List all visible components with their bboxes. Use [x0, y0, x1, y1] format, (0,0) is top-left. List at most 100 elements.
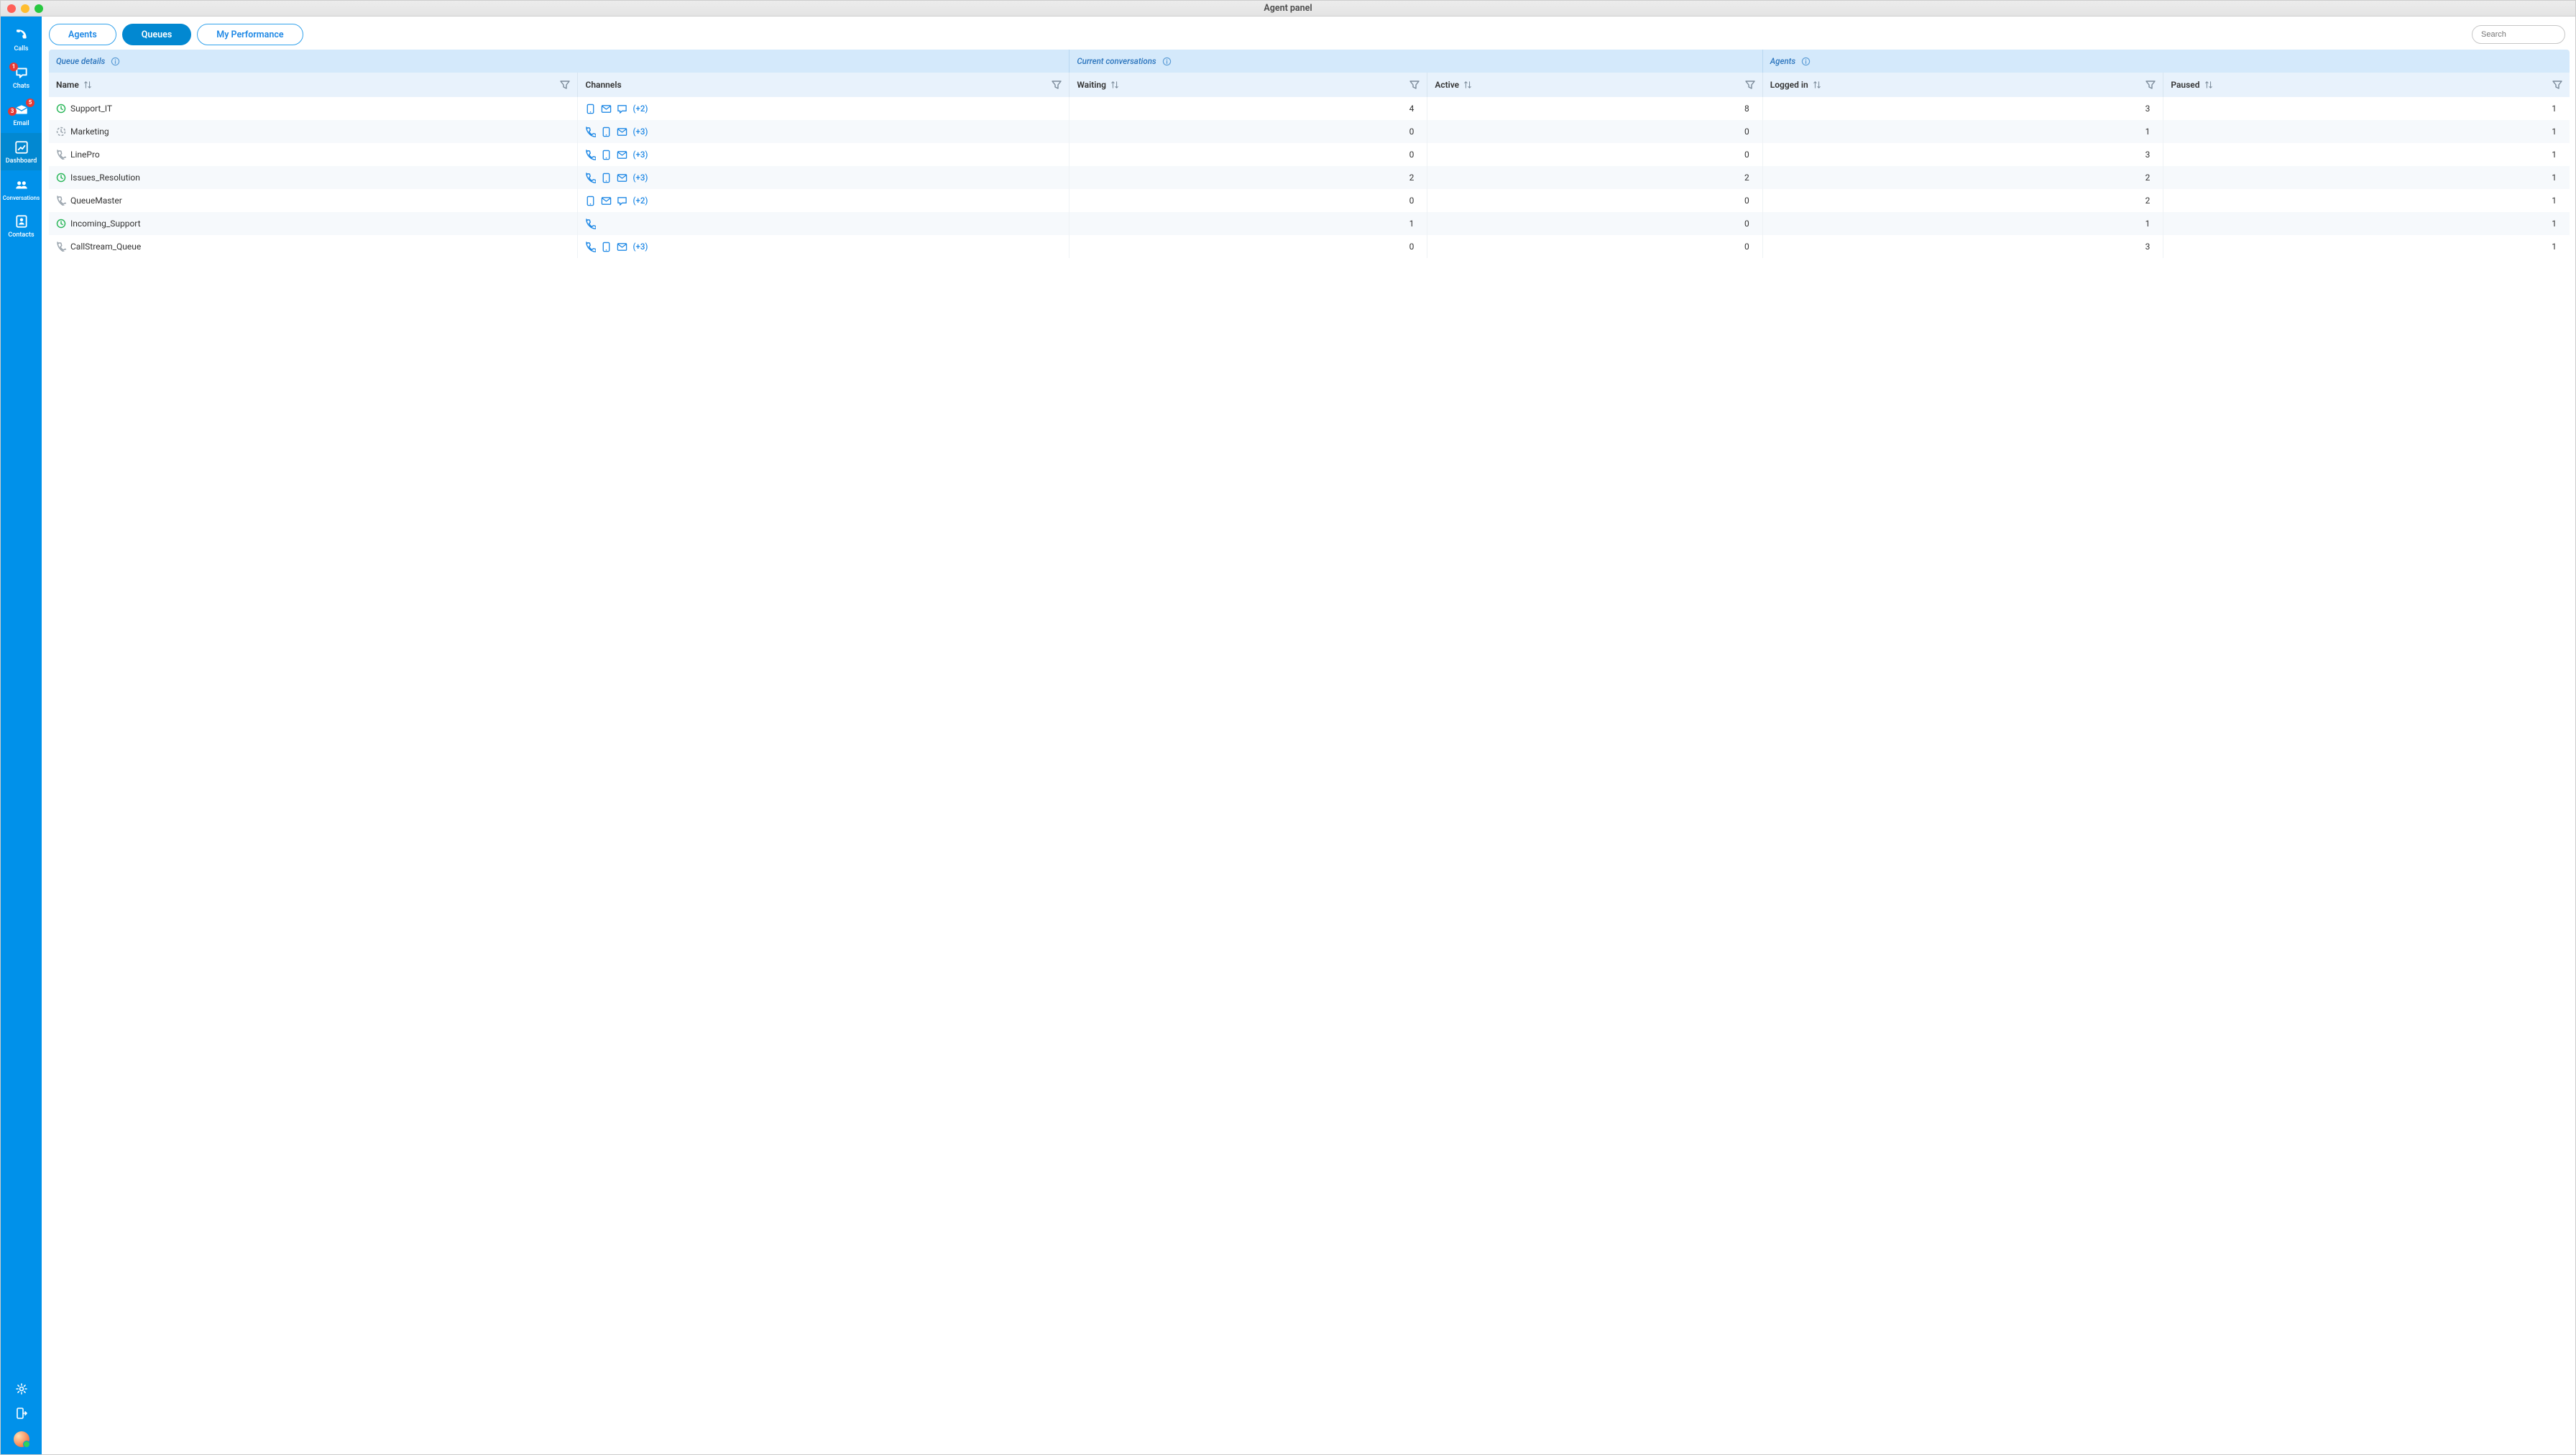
table-row[interactable]: Support_IT(+2)4831 — [49, 97, 2570, 120]
phone-icon — [585, 173, 596, 183]
more-channels[interactable]: (+3) — [632, 242, 648, 252]
sidebar-item-calls[interactable]: Calls — [1, 21, 42, 58]
queue-name: Issues_Resolution — [70, 173, 570, 183]
clock-icon — [56, 219, 66, 229]
table-row[interactable]: Incoming_Support1011 — [49, 212, 2570, 235]
search-input[interactable] — [2481, 30, 2576, 39]
phone-icon — [14, 27, 29, 43]
filter-icon[interactable] — [1745, 80, 1755, 90]
phone-icon — [585, 219, 596, 229]
sidebar-item-contacts[interactable]: Contacts — [1, 207, 42, 244]
col-active[interactable]: Active — [1427, 73, 1762, 97]
cell-paused: 1 — [2163, 189, 2570, 212]
sort-icon[interactable] — [83, 80, 92, 90]
table-row[interactable]: QueueMaster(+2)0021 — [49, 189, 2570, 212]
sidebar-item-email[interactable]: 5 3 Email — [1, 96, 42, 133]
queue-name: Support_IT — [70, 104, 570, 114]
sidebar-item-chats[interactable]: 1 Chats — [1, 58, 42, 96]
more-channels[interactable]: (+3) — [632, 173, 648, 183]
sidebar-item-conversations[interactable]: Conversations — [1, 170, 42, 207]
more-channels[interactable]: (+2) — [632, 196, 648, 206]
clock-icon — [56, 127, 66, 137]
sidebar-item-label: Calls — [14, 45, 29, 52]
col-label: Waiting — [1077, 80, 1106, 90]
col-logged-in[interactable]: Logged in — [1763, 73, 2164, 97]
filter-icon[interactable] — [2145, 80, 2156, 90]
more-channels[interactable]: (+2) — [632, 104, 648, 114]
more-channels[interactable]: (+3) — [632, 127, 648, 137]
col-label: Active — [1435, 80, 1459, 90]
cell-paused: 1 — [2163, 235, 2570, 258]
cell-active: 0 — [1427, 120, 1762, 143]
sort-icon[interactable] — [1463, 80, 1472, 90]
section-label: Current conversations — [1077, 56, 1156, 66]
logout-button[interactable] — [15, 1407, 28, 1420]
section-label: Queue details — [56, 56, 105, 66]
chat-icon — [617, 104, 627, 114]
filter-icon[interactable] — [1409, 80, 1420, 90]
cell-name: CallStream_Queue — [49, 235, 578, 258]
phone-icon — [56, 242, 66, 252]
cell-waiting: 0 — [1070, 235, 1427, 258]
sort-icon[interactable] — [1813, 80, 1821, 90]
clock-icon — [56, 104, 66, 114]
mail-icon — [601, 104, 612, 114]
toolbar: Agents Queues My Performance — [42, 17, 2575, 50]
table-row[interactable]: CallStream_Queue(+3)0031 — [49, 235, 2570, 258]
cell-active: 0 — [1427, 212, 1762, 235]
window-title: Agent panel — [1, 3, 2575, 14]
tab-agents[interactable]: Agents — [49, 24, 116, 45]
user-avatar[interactable] — [14, 1431, 29, 1447]
cell-logged-in: 1 — [1763, 212, 2164, 235]
filter-icon[interactable] — [2552, 80, 2562, 90]
sidebar-item-dashboard[interactable]: Dashboard — [1, 133, 42, 170]
tab-my-performance[interactable]: My Performance — [197, 24, 303, 45]
more-channels[interactable]: (+3) — [632, 150, 648, 160]
col-waiting[interactable]: Waiting — [1070, 73, 1427, 97]
section-agents: Agents — [1763, 50, 2570, 73]
channel-icons: (+2) — [585, 104, 648, 114]
mail-icon — [617, 150, 627, 160]
mobile-icon — [585, 196, 596, 206]
info-icon[interactable] — [111, 57, 120, 66]
info-icon[interactable] — [1162, 57, 1172, 66]
table-row[interactable]: Marketing(+3)0011 — [49, 120, 2570, 143]
mobile-icon — [585, 104, 596, 114]
table-row[interactable]: Issues_Resolution(+3)2221 — [49, 166, 2570, 189]
filter-icon[interactable] — [560, 80, 570, 90]
cell-channels: (+2) — [578, 189, 1070, 212]
queues-table: Queue details Current conversations Agen… — [42, 50, 2575, 264]
col-channels[interactable]: Channels — [578, 73, 1070, 97]
phone-icon — [585, 242, 596, 252]
email-badge-2: 3 — [8, 107, 17, 116]
cell-active: 0 — [1427, 235, 1762, 258]
cell-paused: 1 — [2163, 166, 2570, 189]
info-icon[interactable] — [1801, 57, 1811, 66]
col-paused[interactable]: Paused — [2163, 73, 2570, 97]
sort-icon[interactable] — [2204, 80, 2213, 90]
section-queue-details: Queue details — [49, 50, 1070, 73]
sidebar: Calls 1 Chats 5 3 Email Dashboard — [1, 17, 42, 1454]
queue-name: QueueMaster — [70, 196, 570, 206]
cell-channels: (+3) — [578, 143, 1070, 166]
search-box[interactable] — [2472, 25, 2565, 44]
cell-waiting: 1 — [1070, 212, 1427, 235]
table-row[interactable]: LinePro(+3)0031 — [49, 143, 2570, 166]
filter-icon[interactable] — [1052, 80, 1062, 90]
sidebar-item-label: Contacts — [8, 231, 34, 239]
cell-paused: 1 — [2163, 120, 2570, 143]
col-label: Name — [56, 80, 79, 90]
col-name[interactable]: Name — [49, 73, 578, 97]
cell-channels: (+3) — [578, 120, 1070, 143]
cell-name: Marketing — [49, 120, 578, 143]
tab-queues[interactable]: Queues — [122, 24, 191, 45]
email-badge: 5 — [26, 98, 34, 107]
cell-channels: (+2) — [578, 97, 1070, 120]
settings-button[interactable] — [15, 1382, 28, 1395]
phone-icon — [56, 150, 66, 160]
col-label: Logged in — [1770, 80, 1808, 90]
sort-icon[interactable] — [1110, 80, 1119, 90]
sidebar-item-label: Chats — [13, 83, 29, 90]
cell-paused: 1 — [2163, 97, 2570, 120]
column-headers: Name Channels Waiting Active — [49, 73, 2570, 97]
